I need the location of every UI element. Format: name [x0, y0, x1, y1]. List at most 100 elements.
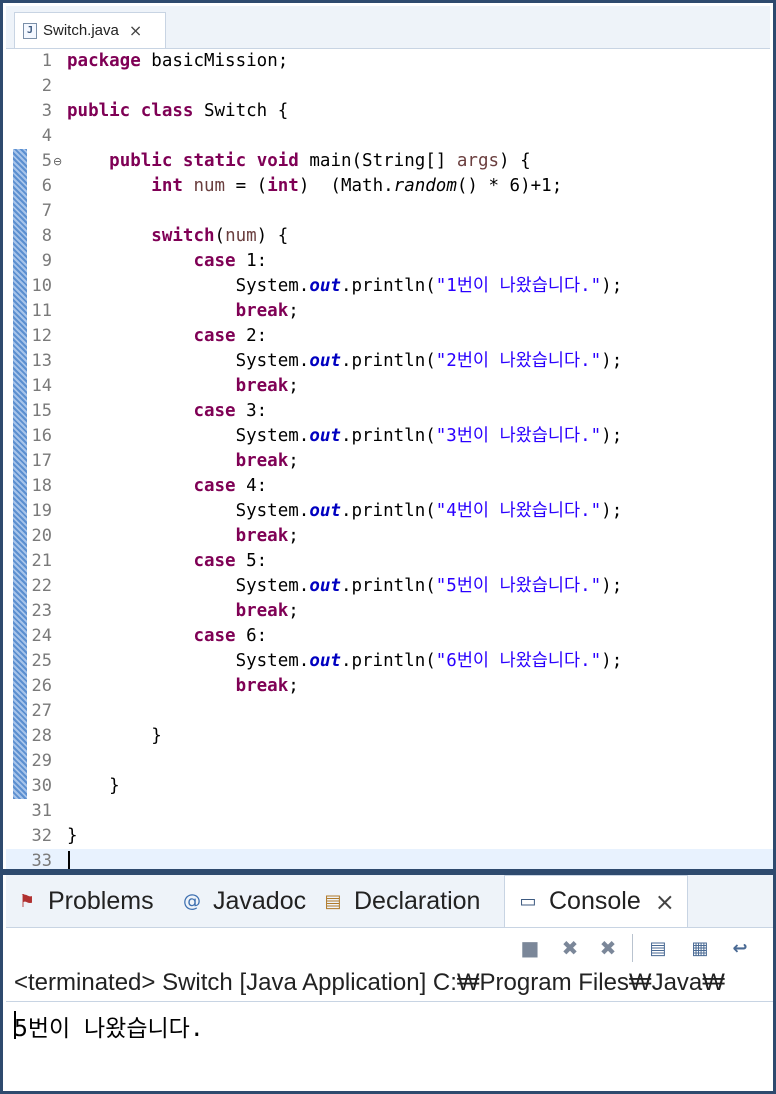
remove-all-terminated-icon[interactable]: ✖	[596, 936, 620, 960]
code-line[interactable]: 26 break;	[6, 674, 773, 699]
tab-javadoc[interactable]: @ Javadoc	[181, 875, 306, 927]
tab-console[interactable]: ▭ Console ×	[504, 875, 688, 927]
line-number: 7	[41, 201, 52, 221]
bottom-panel: ⚑ Problems @ Javadoc ▤ Declaration ▭ Console × ■…	[6, 875, 773, 1091]
code-text: System.out.println("1번이 나왔습니다.");	[67, 276, 623, 296]
line-number: 31	[31, 801, 52, 821]
code-line[interactable]: 3 public class Switch {	[6, 99, 773, 124]
line-number: 8	[41, 226, 52, 246]
line-number: 29	[31, 751, 52, 771]
code-text: System.out.println("2번이 나왔습니다.");	[67, 351, 623, 371]
code-text: break;	[235, 676, 299, 696]
code-text: break;	[235, 601, 299, 621]
panel-tab-label: Declaration	[354, 886, 481, 915]
editor-tab-bar: J Switch.java ×	[6, 6, 770, 49]
code-line[interactable]: 21 case 5:	[6, 549, 773, 574]
line-number: 23	[31, 601, 52, 621]
code-text: break;	[235, 301, 299, 321]
line-number: 26	[31, 676, 52, 696]
code-line[interactable]: 33	[6, 849, 773, 869]
line-number: 30	[31, 776, 52, 796]
code-text: break;	[235, 451, 299, 471]
declaration-icon: ▤	[324, 890, 342, 912]
code-line[interactable]: 17 break;	[6, 449, 773, 474]
line-number: 13	[31, 351, 52, 371]
code-line[interactable]: 24 case 6:	[6, 624, 773, 649]
code-line[interactable]: 12 case 2:	[6, 324, 773, 349]
text-caret	[68, 851, 70, 869]
code-line[interactable]: 15 case 3:	[6, 399, 773, 424]
close-icon[interactable]: ×	[655, 888, 675, 916]
word-wrap-icon[interactable]: ↩	[728, 936, 752, 960]
line-number: 3	[41, 101, 52, 121]
code-line[interactable]: 2	[6, 74, 773, 99]
line-number: 33	[31, 851, 52, 869]
console-toolbar: ■ ✖ ✖ ▤ ▦ ↩	[6, 928, 773, 968]
code-line[interactable]: 1 package basicMission;	[6, 49, 773, 74]
code-text: System.out.println("3번이 나왔습니다.");	[67, 426, 623, 446]
code-line[interactable]: 9 case 1:	[6, 249, 773, 274]
console-output[interactable]: 5번이 나왔습니다.	[14, 1009, 204, 1043]
console-caret	[14, 1011, 16, 1039]
code-line[interactable]: 22 System.out.println("5번이 나왔습니다.");	[6, 574, 773, 599]
clear-console-icon[interactable]: ▤	[646, 936, 670, 960]
code-line[interactable]: 18 case 4:	[6, 474, 773, 499]
remove-launch-icon[interactable]: ✖	[558, 936, 582, 960]
code-text: switch(num) {	[151, 226, 289, 246]
code-line[interactable]: 6 int num = (int) (Math.random() * 6)+1;	[6, 174, 773, 199]
code-line[interactable]: 29	[6, 749, 773, 774]
code-line[interactable]: 19 System.out.println("4번이 나왔습니다.");	[6, 499, 773, 524]
code-text: }	[67, 776, 120, 796]
code-editor[interactable]: 1 package basicMission; 2 3 public class Swi…	[6, 49, 773, 869]
line-number: 24	[31, 626, 52, 646]
code-text: }	[67, 826, 78, 846]
code-line[interactable]: 5 ⊖ public static void main(String[] args…	[6, 149, 773, 174]
code-line[interactable]: 7	[6, 199, 773, 224]
code-line[interactable]: 16 System.out.println("3번이 나왔습니다.");	[6, 424, 773, 449]
line-number: 17	[31, 451, 52, 471]
code-text: int num = (int) (Math.random() * 6)+1;	[151, 176, 563, 196]
console-icon: ▭	[519, 891, 537, 912]
code-line[interactable]: 8 switch(num) {	[6, 224, 773, 249]
line-number: 15	[31, 401, 52, 421]
code-text: case 2:	[193, 326, 268, 346]
line-number: 1	[41, 51, 52, 71]
line-number: 4	[41, 126, 52, 146]
code-line[interactable]: 28 }	[6, 724, 773, 749]
line-number: 5	[41, 151, 52, 171]
line-number: 2	[41, 76, 52, 96]
code-line[interactable]: 20 break;	[6, 524, 773, 549]
scroll-lock-icon[interactable]: ▦	[688, 936, 712, 960]
fold-collapse-icon[interactable]: ⊖	[53, 149, 62, 174]
code-line[interactable]: 14 break;	[6, 374, 773, 399]
close-icon[interactable]: ×	[129, 21, 142, 40]
eclipse-window: J Switch.java × 1 package basicMission; 2 3…	[0, 0, 776, 1094]
line-number: 28	[31, 726, 52, 746]
line-number: 20	[31, 526, 52, 546]
code-line[interactable]: 4	[6, 124, 773, 149]
tab-switch-java[interactable]: J Switch.java ×	[14, 12, 166, 48]
code-line[interactable]: 25 System.out.println("6번이 나왔습니다.");	[6, 649, 773, 674]
code-text: }	[67, 726, 162, 746]
code-text: case 3:	[193, 401, 268, 421]
tab-declaration[interactable]: ▤ Declaration	[322, 875, 480, 927]
code-line[interactable]: 10 System.out.println("1번이 나왔습니다.");	[6, 274, 773, 299]
toolbar-separator	[632, 934, 633, 962]
terminate-icon[interactable]: ■	[518, 936, 542, 960]
console-divider	[6, 1001, 773, 1002]
code-line[interactable]: 31	[6, 799, 773, 824]
code-text: public class Switch {	[67, 101, 289, 121]
code-line[interactable]: 13 System.out.println("2번이 나왔습니다.");	[6, 349, 773, 374]
tab-problems[interactable]: ⚑ Problems	[16, 875, 154, 927]
code-text: public static void main(String[] args) {	[109, 151, 531, 171]
line-number: 27	[31, 701, 52, 721]
code-line[interactable]: 27	[6, 699, 773, 724]
line-number: 32	[31, 826, 52, 846]
code-line[interactable]: 32}	[6, 824, 773, 849]
panel-tab-label: Javadoc	[213, 886, 307, 915]
code-line[interactable]: 30 }	[6, 774, 773, 799]
code-line[interactable]: 11 break;	[6, 299, 773, 324]
code-line[interactable]: 23 break;	[6, 599, 773, 624]
line-number: 25	[31, 651, 52, 671]
code-text: package basicMission;	[67, 51, 289, 71]
